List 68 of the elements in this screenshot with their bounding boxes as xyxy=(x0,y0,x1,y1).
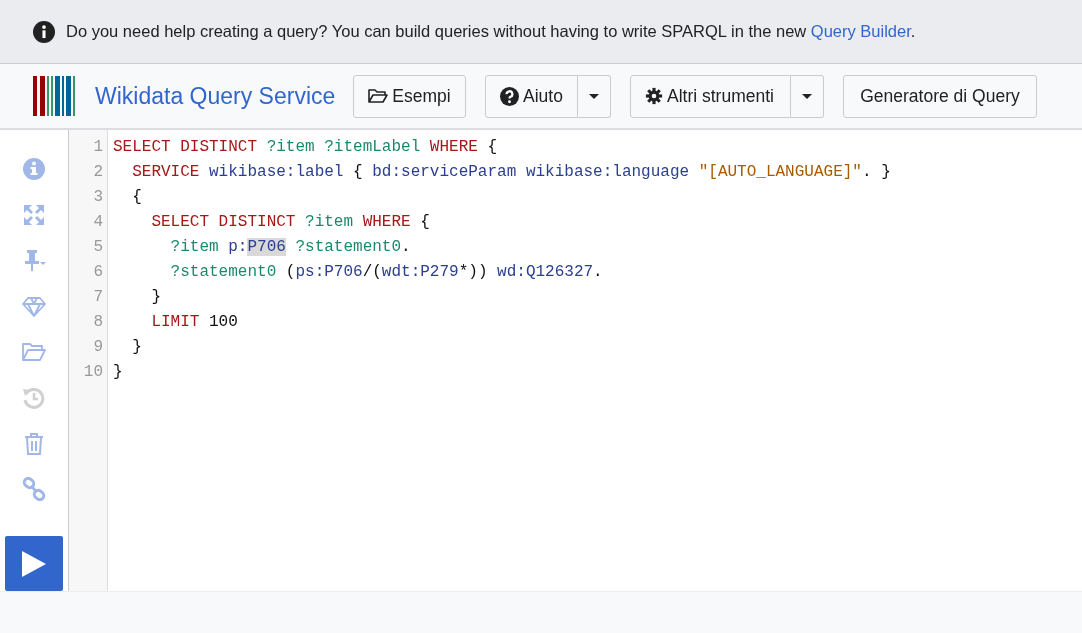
punctuation: { xyxy=(420,213,430,231)
keyword: SELECT DISTINCT xyxy=(150,213,297,231)
help-icon xyxy=(500,86,519,106)
caret-icon xyxy=(802,93,812,99)
line-number: 4 xyxy=(92,212,104,233)
prefixed-name: bd:serviceParam wikibase:language xyxy=(372,163,691,181)
folder-icon xyxy=(22,340,46,364)
punctuation: . xyxy=(401,238,411,256)
play-icon xyxy=(22,550,46,577)
gem-icon xyxy=(22,294,46,319)
notice-text: Do you need help creating a query? You can build queries without having to write SPARQL in the new Query Builder. xyxy=(66,22,916,41)
punctuation: ( xyxy=(285,263,296,281)
number-literal: 100 xyxy=(209,313,238,331)
punctuation: { xyxy=(131,188,142,206)
toolbar-button[interactable]: Altri strumenti xyxy=(630,74,791,118)
expand-icon xyxy=(22,202,46,227)
app-title[interactable]: Wikidata Query Service xyxy=(95,82,353,110)
prefixed-name: p: xyxy=(228,238,248,256)
punctuation: } xyxy=(113,363,123,381)
prefixed-name: wd:Q126327 xyxy=(497,263,594,281)
history-icon xyxy=(22,385,46,410)
keyword: LIMIT xyxy=(150,313,201,331)
keyword: WHERE xyxy=(362,213,412,231)
variable: ?item xyxy=(169,238,220,256)
info-icon xyxy=(33,20,55,43)
dropdown-button[interactable] xyxy=(791,74,824,118)
dropdown-button[interactable] xyxy=(578,74,611,118)
line-number: 6 xyxy=(92,262,104,283)
line-number: 1 xyxy=(92,137,104,158)
line-number: 3 xyxy=(92,187,104,208)
punctuation: /( xyxy=(362,263,382,281)
variable: ?statement0 xyxy=(294,238,402,256)
line-number: 5 xyxy=(92,237,104,258)
line-number: 8 xyxy=(92,312,104,333)
settings-icon xyxy=(645,87,663,105)
keyword: WHERE xyxy=(429,138,479,156)
query-builder-link[interactable]: Query Builder xyxy=(810,22,911,40)
prefixed-name: wikibase:label xyxy=(209,163,345,181)
string-literal: "[AUTO_LANGUAGE]" xyxy=(698,163,862,181)
punctuation: } xyxy=(150,288,161,306)
caret-icon xyxy=(589,93,599,99)
punctuation: *)) xyxy=(458,263,489,281)
run-button[interactable] xyxy=(5,536,63,591)
toolbar-button[interactable]: Aiuto xyxy=(485,74,578,118)
folder-icon xyxy=(368,88,389,104)
highlighted-match: P706 xyxy=(247,238,286,256)
toolbar-button[interactable]: Generatore di Query xyxy=(843,74,1037,118)
trash-icon xyxy=(22,431,46,456)
punctuation: { xyxy=(353,163,364,181)
info-icon xyxy=(22,156,46,181)
variable: ?item xyxy=(305,213,355,231)
link-icon xyxy=(22,477,46,502)
keyword: SERVICE xyxy=(131,163,201,181)
line-number: 7 xyxy=(92,287,104,308)
variable: ?item ?itemLabel xyxy=(266,138,422,156)
punctuation: . xyxy=(593,263,603,281)
line-number: 9 xyxy=(92,337,104,358)
keyword: SELECT DISTINCT xyxy=(113,138,259,156)
punctuation: . } xyxy=(861,163,891,181)
prefixed-name: wdt:P279 xyxy=(381,263,459,281)
pin-icon xyxy=(22,248,46,273)
line-number: 2 xyxy=(92,162,104,183)
variable: ?statement0 xyxy=(169,263,278,281)
punctuation: } xyxy=(131,338,142,356)
prefixed-name: ps:P706 xyxy=(295,263,363,281)
toolbar-button[interactable]: Esempi xyxy=(353,74,466,118)
punctuation: { xyxy=(487,138,498,156)
line-number: 10 xyxy=(82,362,104,383)
